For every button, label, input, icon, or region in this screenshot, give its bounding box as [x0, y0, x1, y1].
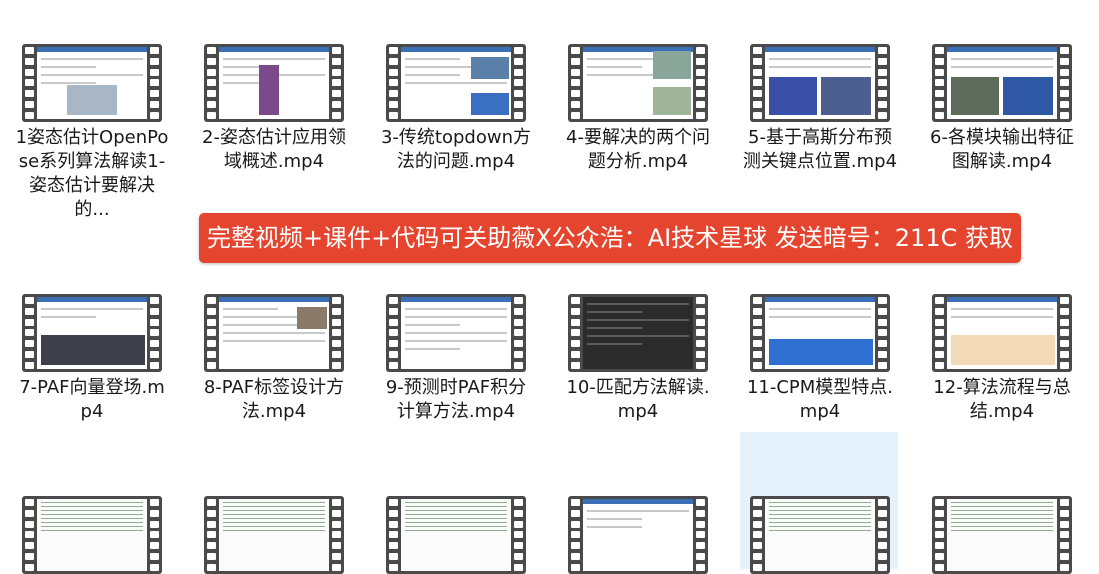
file-name: 7-PAF向量登场.mp4 — [19, 377, 165, 422]
video-thumbnail — [750, 496, 890, 574]
video-file-tile[interactable] — [558, 496, 718, 574]
file-name: 11-CPM模型特点.mp4 — [746, 377, 894, 422]
file-name: 6-各模块输出特征图解读.mp4 — [930, 127, 1074, 172]
video-thumbnail — [204, 44, 344, 122]
file-name: 2-姿态估计应用领域概述.mp4 — [202, 127, 346, 172]
file-name: 1姿态估计OpenPose系列算法解读1-姿态估计要解决的... — [15, 127, 169, 220]
video-thumbnail — [22, 294, 162, 372]
file-name: 5-基于高斯分布预测关键点位置.mp4 — [742, 127, 898, 172]
video-thumbnail — [750, 44, 890, 122]
video-thumbnail — [568, 496, 708, 574]
file-name: 3-传统topdown方法的问题.mp4 — [380, 127, 531, 172]
video-thumbnail — [22, 496, 162, 574]
video-thumbnail — [932, 496, 1072, 574]
video-file-tile[interactable]: 8-PAF标签设计方法.mp4 — [194, 294, 354, 424]
video-thumbnail — [750, 294, 890, 372]
video-file-tile[interactable]: 1姿态估计OpenPose系列算法解读1-姿态估计要解决的... — [12, 44, 172, 222]
video-thumbnail — [204, 496, 344, 574]
video-file-tile[interactable]: 4-要解决的两个问题分析.mp4 — [558, 44, 718, 174]
video-thumbnail — [932, 44, 1072, 122]
video-file-tile[interactable]: 10-匹配方法解读.mp4 — [558, 294, 718, 424]
file-name: 10-匹配方法解读.mp4 — [566, 377, 710, 422]
file-grid: 1姿态估计OpenPose系列算法解读1-姿态估计要解决的... 2-姿态估计应… — [0, 0, 1099, 574]
video-file-tile[interactable]: 5-基于高斯分布预测关键点位置.mp4 — [740, 44, 900, 174]
video-file-tile[interactable]: 3-传统topdown方法的问题.mp4 — [376, 44, 536, 174]
file-name: 12-算法流程与总结.mp4 — [933, 377, 1071, 422]
file-name: 8-PAF标签设计方法.mp4 — [203, 377, 345, 422]
video-thumbnail — [932, 294, 1072, 372]
video-thumbnail — [22, 44, 162, 122]
video-thumbnail — [386, 44, 526, 122]
video-file-tile[interactable]: 11-CPM模型特点.mp4 — [740, 294, 900, 424]
video-file-tile[interactable]: 9-预测时PAF积分计算方法.mp4 — [376, 294, 536, 424]
file-name: 4-要解决的两个问题分析.mp4 — [566, 127, 710, 172]
video-file-tile[interactable] — [194, 496, 354, 574]
video-file-tile[interactable]: 6-各模块输出特征图解读.mp4 — [922, 44, 1082, 174]
video-file-tile[interactable]: 7-PAF向量登场.mp4 — [12, 294, 172, 424]
video-file-tile[interactable] — [376, 496, 536, 574]
video-file-tile[interactable] — [922, 496, 1082, 574]
video-thumbnail — [568, 44, 708, 122]
video-file-tile[interactable] — [12, 496, 172, 574]
file-name: 9-预测时PAF积分计算方法.mp4 — [385, 377, 527, 422]
promo-banner: 完整视频+课件+代码可关助薇X公众浩：AI技术星球 发送暗号：211C 获取 — [199, 213, 1021, 263]
video-thumbnail — [386, 496, 526, 574]
video-file-tile[interactable] — [740, 496, 900, 574]
video-file-tile[interactable]: 2-姿态估计应用领域概述.mp4 — [194, 44, 354, 174]
video-file-tile[interactable]: 12-算法流程与总结.mp4 — [922, 294, 1082, 424]
video-thumbnail — [204, 294, 344, 372]
video-thumbnail — [568, 294, 708, 372]
video-thumbnail — [386, 294, 526, 372]
